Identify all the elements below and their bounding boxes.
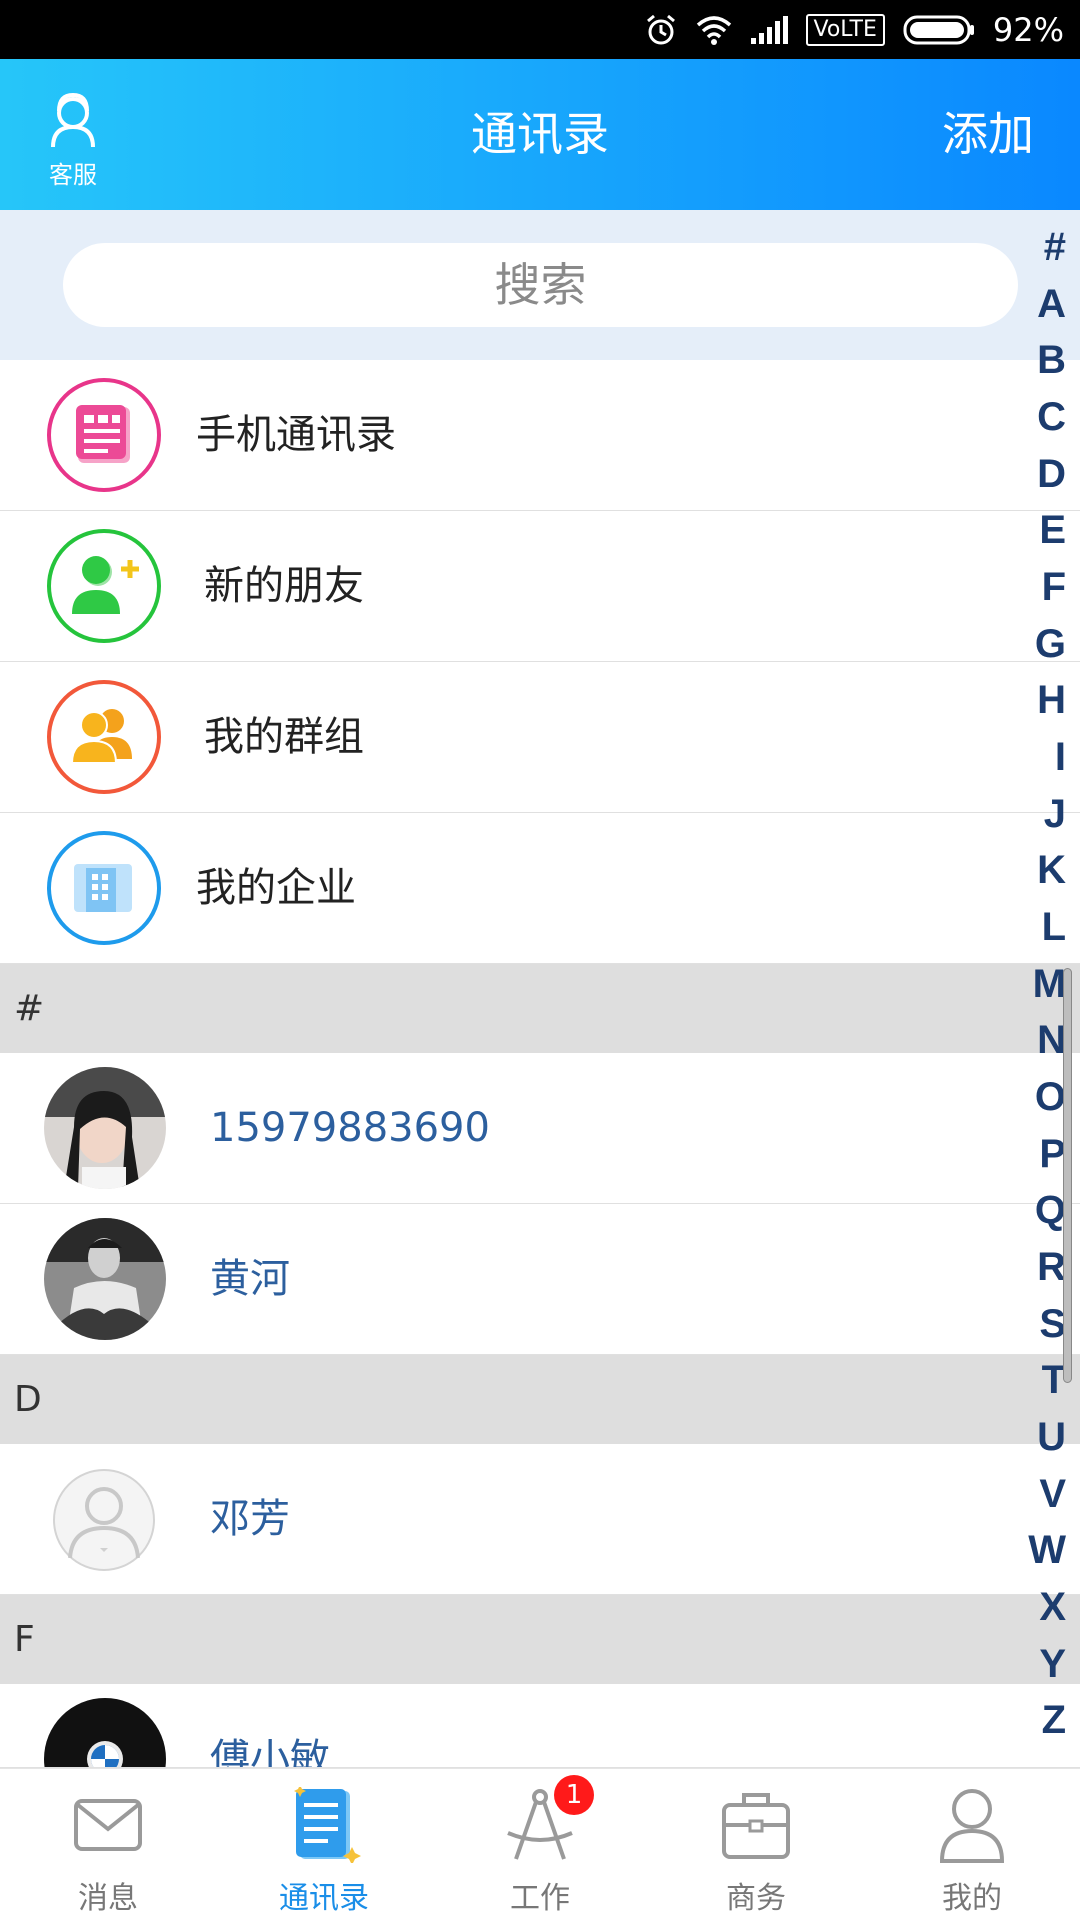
nav-messages[interactable]: 消息 (0, 1769, 216, 1920)
avatar (44, 1218, 166, 1340)
avatar (44, 1698, 166, 1767)
index-letter[interactable]: M (1006, 962, 1066, 1007)
nav-me[interactable]: 我的 (864, 1769, 1080, 1920)
phone-contacts-row[interactable]: 手机通讯录 (0, 360, 1080, 511)
nav-label: 通讯录 (279, 1881, 369, 1916)
index-letter[interactable]: L (1006, 905, 1066, 950)
contact-name: 邓芳 (210, 1496, 290, 1542)
index-letter[interactable]: E (1006, 508, 1066, 553)
contact-name: 15979883690 (210, 1105, 490, 1151)
index-letter[interactable]: I (1006, 735, 1066, 780)
phone-book-icon (46, 377, 162, 493)
section-header-hash: # (0, 964, 1080, 1053)
mail-icon (68, 1787, 148, 1863)
index-letter[interactable]: T (1006, 1358, 1066, 1403)
scrollbar[interactable] (1063, 968, 1072, 1383)
briefcase-icon (716, 1787, 796, 1863)
phone-contacts-label: 手机通讯录 (196, 412, 396, 458)
index-letter[interactable]: X (1006, 1585, 1066, 1630)
add-button[interactable]: 添加 (942, 59, 1034, 210)
alarm-icon (644, 13, 678, 47)
my-enterprise-row[interactable]: 我的企业 (0, 813, 1080, 964)
my-enterprise-label: 我的企业 (196, 865, 356, 911)
page-title: 通讯录 (471, 107, 609, 161)
my-groups-label: 我的群组 (204, 714, 364, 760)
nav-label: 消息 (78, 1881, 138, 1916)
contacts-book-icon (284, 1785, 364, 1865)
index-letter[interactable]: # (1006, 225, 1066, 270)
index-letter[interactable]: A (1006, 282, 1066, 327)
section-letter: D (14, 1379, 42, 1420)
section-letter: F (14, 1619, 35, 1660)
default-avatar-icon (52, 1468, 156, 1572)
index-letter[interactable]: F (1006, 565, 1066, 610)
index-letter[interactable]: D (1006, 452, 1066, 497)
notification-badge: 1 (554, 1775, 594, 1815)
search-input[interactable]: 搜索 (63, 243, 1018, 327)
battery-percentage: 92% (992, 10, 1064, 49)
signal-icon (750, 15, 788, 44)
index-letter[interactable]: B (1006, 338, 1066, 383)
section-letter: # (14, 988, 45, 1029)
app-header: 客服 通讯录 添加 (0, 59, 1080, 210)
index-letter[interactable]: R (1006, 1245, 1066, 1290)
nav-business[interactable]: 商务 (648, 1769, 864, 1920)
index-letter[interactable]: H (1006, 678, 1066, 723)
section-header-d: D (0, 1355, 1080, 1444)
status-bar: VoLTE 92% (0, 0, 1080, 59)
nav-work[interactable]: 工作 1 (432, 1769, 648, 1920)
bottom-nav: 消息 通讯录 工作 1 商务 我的 (0, 1768, 1080, 1920)
group-icon (46, 679, 162, 795)
index-letter[interactable]: Q (1006, 1188, 1066, 1233)
index-letter[interactable]: O (1006, 1075, 1066, 1120)
contact-row[interactable]: 邓芳 (0, 1444, 1080, 1595)
index-letter[interactable]: K (1006, 848, 1066, 893)
index-letter[interactable]: V (1006, 1472, 1066, 1517)
status-icons: VoLTE 92% (644, 0, 1064, 59)
index-letter[interactable]: P (1006, 1132, 1066, 1177)
new-friends-row[interactable]: 新的朋友 (0, 511, 1080, 662)
index-letter[interactable]: U (1006, 1415, 1066, 1460)
nav-label: 我的 (942, 1881, 1002, 1916)
volte-indicator: VoLTE (805, 13, 885, 46)
section-header-f: F (0, 1595, 1080, 1684)
search-area: 搜索 (0, 210, 1080, 360)
index-letter[interactable]: N (1006, 1018, 1066, 1063)
index-letter[interactable]: W (1006, 1528, 1066, 1573)
nav-contacts[interactable]: 通讯录 (216, 1769, 432, 1920)
wifi-icon (696, 15, 732, 45)
index-letter[interactable]: Z (1006, 1698, 1066, 1743)
nav-label: 工作 (510, 1881, 570, 1916)
new-friends-label: 新的朋友 (204, 563, 364, 609)
index-letter[interactable]: Y (1006, 1642, 1066, 1687)
contact-row[interactable]: 15979883690 (0, 1053, 1080, 1204)
contact-name: 傅小敏 (210, 1736, 330, 1768)
index-letter[interactable]: C (1006, 395, 1066, 440)
index-letter[interactable]: G (1006, 622, 1066, 667)
my-groups-row[interactable]: 我的群组 (0, 662, 1080, 813)
index-letter[interactable]: J (1006, 792, 1066, 837)
enterprise-icon (46, 830, 162, 946)
battery-icon (903, 15, 975, 45)
contact-name: 黄河 (210, 1256, 290, 1302)
index-letter[interactable]: S (1006, 1302, 1066, 1347)
new-friend-icon (46, 528, 162, 644)
person-icon (932, 1787, 1012, 1863)
nav-label: 商务 (726, 1881, 786, 1916)
contact-row[interactable]: 傅小敏 (0, 1684, 1080, 1768)
avatar (44, 1067, 166, 1189)
contact-row[interactable]: 黄河 (0, 1204, 1080, 1355)
